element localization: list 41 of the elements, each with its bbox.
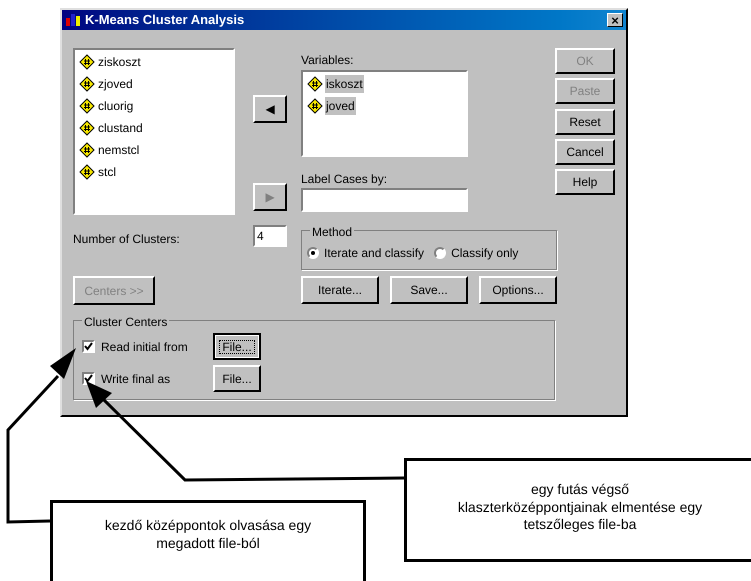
numeric-variable-icon bbox=[307, 76, 323, 92]
callout-text: egy futás végső klaszterközéppontjainak elmentése egy tetszőleges file-ba bbox=[404, 458, 751, 562]
checkbox-label: Write final as bbox=[101, 370, 172, 388]
field-label: Variables: bbox=[301, 52, 354, 69]
list-item[interactable]: ziskoszt bbox=[97, 53, 142, 71]
numeric-variable-icon bbox=[79, 142, 95, 158]
dialog-button[interactable]: Save... bbox=[390, 276, 468, 304]
window-title: K-Means Cluster Analysis bbox=[85, 11, 246, 30]
numeric-variable-icon bbox=[79, 164, 95, 180]
radio-button[interactable]: Iterate and classify bbox=[307, 244, 424, 262]
checkbox[interactable] bbox=[82, 372, 95, 385]
list-item[interactable]: joved bbox=[325, 97, 356, 115]
radio-button[interactable]: Classify only bbox=[434, 244, 518, 262]
list-item[interactable]: stcl bbox=[97, 163, 117, 181]
callout-text: kezdő középpontok olvasása egy megadott file-ból bbox=[50, 500, 366, 581]
numeric-variable-icon bbox=[79, 120, 95, 136]
numeric-variable-icon bbox=[79, 98, 95, 114]
numeric-variable-icon bbox=[307, 98, 323, 114]
field-label: Label Cases by: bbox=[301, 171, 388, 188]
dialog-button[interactable]: Options... bbox=[479, 276, 557, 304]
numeric-variable-icon bbox=[79, 76, 95, 92]
field-label: Number of Clusters: bbox=[73, 231, 180, 248]
checkbox[interactable] bbox=[82, 340, 95, 353]
clusters-field[interactable]: 4 bbox=[253, 225, 287, 247]
dialog-button[interactable]: ◀ bbox=[253, 95, 287, 123]
dialog-button[interactable]: Cancel bbox=[555, 139, 615, 165]
list-item[interactable]: nemstcl bbox=[97, 141, 140, 159]
file-button[interactable]: File... bbox=[213, 365, 261, 392]
dialog-button[interactable]: Help bbox=[555, 169, 615, 195]
dialog-button[interactable]: Reset bbox=[555, 109, 615, 135]
file-button[interactable]: File... bbox=[213, 333, 261, 360]
dialog-button[interactable]: Iterate... bbox=[301, 276, 379, 304]
numeric-variable-icon bbox=[79, 54, 95, 70]
checkbox-label: Read initial from bbox=[101, 338, 189, 356]
list-item[interactable]: clustand bbox=[97, 119, 144, 137]
list-item[interactable]: cluorig bbox=[97, 97, 134, 115]
close-button[interactable]: × bbox=[607, 13, 623, 27]
list-item[interactable]: zjoved bbox=[97, 75, 134, 93]
label-cases-field[interactable] bbox=[301, 188, 468, 212]
list-item[interactable]: iskoszt bbox=[325, 75, 364, 93]
app-icon bbox=[65, 12, 81, 28]
